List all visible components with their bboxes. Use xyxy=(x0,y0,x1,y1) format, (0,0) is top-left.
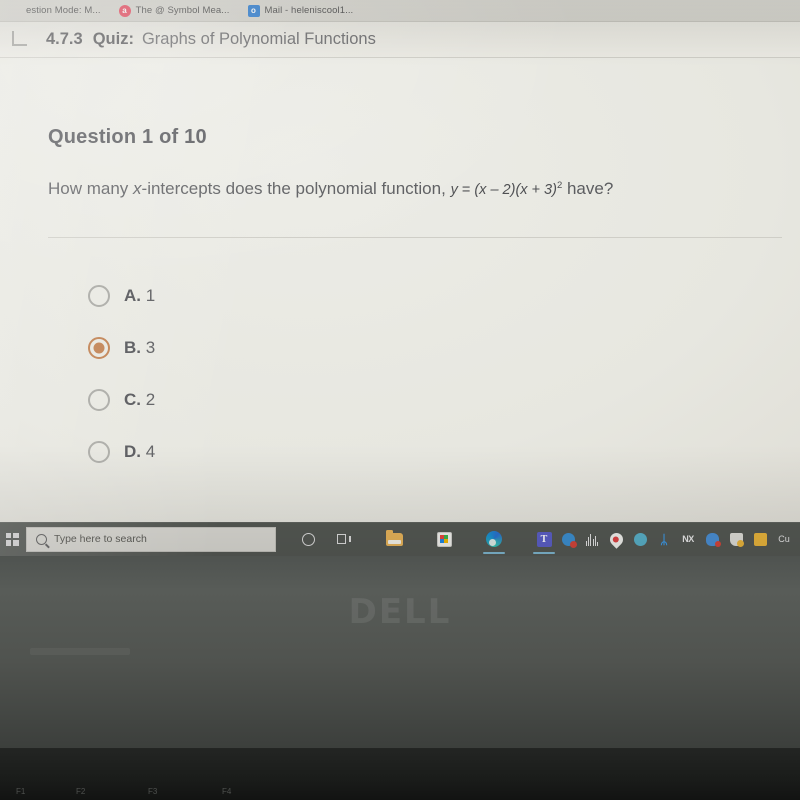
function-key-f4[interactable]: F4 xyxy=(222,787,231,796)
cortana-icon[interactable] xyxy=(290,522,326,556)
answer-key-c: C. xyxy=(124,390,141,409)
radio-button-c[interactable] xyxy=(88,389,110,411)
browser-tab-label: The @ Symbol Mea... xyxy=(135,5,230,16)
function-key-f3[interactable]: F3 xyxy=(148,787,157,796)
answer-option-a[interactable]: A. 1 xyxy=(48,270,548,322)
answer-option-c-label: C. 2 xyxy=(124,390,155,410)
answer-option-a-label: A. 1 xyxy=(124,286,155,306)
language-icon[interactable]: Cu xyxy=(772,522,796,556)
microsoft-edge-icon[interactable] xyxy=(476,522,512,556)
browser-tab-0[interactable]: estion Mode: M... xyxy=(0,0,110,22)
question-text: How many x-intercepts does the polynomia… xyxy=(48,178,782,199)
answer-option-d[interactable]: D. 4 xyxy=(48,426,548,478)
answer-options-list: A. 1 B. 3 C. 2 D. 4 xyxy=(48,270,548,478)
answer-value-a: 1 xyxy=(145,286,156,305)
answer-value-c: 2 xyxy=(145,390,156,409)
equation-exponent: 2 xyxy=(556,180,563,192)
laptop-keyboard: F1 F2 F3 F4 xyxy=(0,748,800,800)
water-drop-icon[interactable] xyxy=(604,522,628,556)
mail-icon: o xyxy=(247,4,260,17)
answer-option-b-label: B. 3 xyxy=(124,338,155,358)
browser-tab-label: Mail - heleniscool1... xyxy=(264,5,354,16)
file-explorer-icon[interactable] xyxy=(376,522,412,556)
quiz-content: Question 1 of 10 How many x-intercepts d… xyxy=(0,58,800,520)
equation-factor2: (x + 3) xyxy=(515,182,557,198)
warning-icon[interactable] xyxy=(748,522,772,556)
laptop-screen: estion Mode: M... a The @ Symbol Mea... … xyxy=(0,0,800,556)
quiz-page-header: 4.7.3 Quiz: Graphs of Polynomial Functio… xyxy=(0,22,800,58)
answer-key-b: B. xyxy=(124,338,141,357)
audio-equalizer-icon[interactable] xyxy=(580,522,604,556)
section-divider xyxy=(48,237,782,238)
question-middle: -intercepts does the polynomial function… xyxy=(141,179,446,198)
answer-option-b[interactable]: B. 3 xyxy=(48,322,548,374)
answers-a-icon: a xyxy=(118,4,131,17)
windows-start-icon[interactable] xyxy=(0,522,24,556)
back-arrow-icon[interactable] xyxy=(6,29,32,51)
radio-button-d[interactable] xyxy=(88,441,110,463)
equation-equals: = xyxy=(461,182,471,198)
function-key-f2[interactable]: F2 xyxy=(76,787,85,796)
answer-key-a: A. xyxy=(124,286,141,305)
teams-glyph: T xyxy=(536,531,552,547)
task-view-icon[interactable] xyxy=(326,522,362,556)
windows-taskbar: Type here to search T ᛦ NX Cu xyxy=(0,522,800,556)
onedrive-error-icon[interactable] xyxy=(700,522,724,556)
answer-option-d-label: D. 4 xyxy=(124,442,155,462)
answer-value-d: 4 xyxy=(145,442,156,461)
question-suffix: have? xyxy=(566,179,614,198)
answer-option-c[interactable]: C. 2 xyxy=(48,374,548,426)
equation: y = (x – 2)(x + 3)2 xyxy=(450,180,563,198)
sync-error-icon[interactable] xyxy=(556,522,580,556)
page-title: Graphs of Polynomial Functions xyxy=(141,30,376,48)
search-placeholder: Type here to search xyxy=(54,533,147,545)
lesson-number: 4.7.3 xyxy=(46,30,83,48)
browser-tab-1[interactable]: a The @ Symbol Mea... xyxy=(110,0,239,22)
equation-lhs: y xyxy=(450,182,458,198)
browser-tab-strip: estion Mode: M... a The @ Symbol Mea... … xyxy=(0,0,800,22)
radio-button-a[interactable] xyxy=(88,285,110,307)
bluetooth-icon[interactable]: ᛦ xyxy=(652,522,676,556)
browser-tab-label: estion Mode: M... xyxy=(26,5,101,16)
equation-factor1: (x – 2) xyxy=(474,182,516,198)
laptop-bezel: DELL xyxy=(0,556,800,748)
browser-tab-2[interactable]: o Mail - heleniscool1... xyxy=(239,0,363,22)
question-counter: Question 1 of 10 xyxy=(48,126,207,148)
security-warning-icon[interactable] xyxy=(724,522,748,556)
question-prefix: How many xyxy=(48,179,134,198)
brand-logo: DELL xyxy=(348,592,452,632)
question-variable: x xyxy=(133,179,142,198)
function-key-f1[interactable]: F1 xyxy=(16,787,25,796)
network-disconnected-icon[interactable]: NX xyxy=(676,522,700,556)
microsoft-store-icon[interactable] xyxy=(426,522,462,556)
answer-key-d: D. xyxy=(124,442,141,461)
system-tray: ᛦ NX Cu xyxy=(556,522,796,556)
search-input[interactable]: Type here to search xyxy=(26,526,276,552)
none-icon xyxy=(9,5,21,17)
search-icon xyxy=(36,533,47,545)
bezel-highlight xyxy=(30,648,130,655)
radio-button-b[interactable] xyxy=(88,337,110,359)
quiz-label: Quiz: xyxy=(92,30,134,48)
answer-value-b: 3 xyxy=(145,338,156,357)
globe-icon[interactable] xyxy=(628,522,652,556)
